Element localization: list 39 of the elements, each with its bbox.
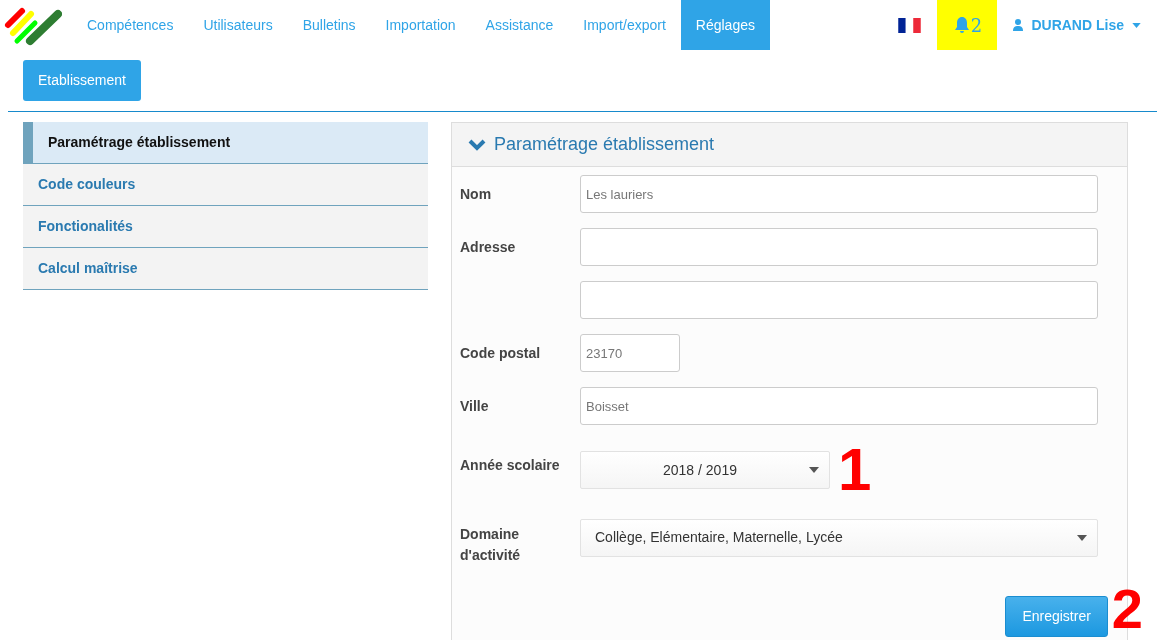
sidebar-item[interactable]: Fonctionalités	[23, 206, 428, 248]
nav-link[interactable]: Réglages	[680, 0, 770, 50]
bell-icon	[952, 16, 971, 34]
notification-count: 2	[970, 13, 983, 38]
annotation-number: 2	[1111, 581, 1143, 637]
field-label: Code postal	[460, 343, 542, 363]
nav-link[interactable]: Utilisateurs	[188, 0, 288, 50]
field-label: Année scolaire	[460, 456, 561, 475]
select-field[interactable]: 2018 / 2019	[580, 451, 830, 489]
notification-button[interactable]: 2	[937, 0, 998, 50]
sidebar-item[interactable]: Code couleurs	[23, 164, 428, 206]
user-menu[interactable]: DURAND Lise	[1013, 14, 1141, 36]
nav-link[interactable]: Assistance	[470, 0, 569, 50]
field-label: Nom	[460, 184, 493, 204]
select-field[interactable]: Collège, Elémentaire, Maternelle, Lycée	[580, 518, 1098, 557]
chevron-icon[interactable]	[468, 138, 486, 151]
input-field[interactable]: Les lauriers	[580, 175, 1098, 213]
sidebar-item[interactable]: Calcul maîtrise	[23, 248, 428, 290]
field-label: Domaine d'activité	[460, 525, 522, 565]
panel-title: Paramétrage établissement	[494, 133, 715, 156]
sidebar-item[interactable]: Paramétrage établissement	[23, 122, 428, 164]
nav-link[interactable]: Compétences	[72, 0, 189, 50]
caret-icon	[1077, 534, 1087, 541]
input-field[interactable]: Boisset	[580, 387, 1098, 425]
nav-link[interactable]: Importation	[370, 0, 471, 50]
caret-icon	[1132, 22, 1141, 28]
user-icon	[1013, 19, 1024, 31]
nav-link[interactable]: Import/export	[568, 0, 681, 50]
flag-icon[interactable]	[897, 17, 923, 33]
tab-button[interactable]: Etablissement	[23, 60, 141, 101]
input-field[interactable]	[580, 228, 1098, 266]
caret-icon	[809, 467, 819, 473]
input-field[interactable]: 23170	[580, 334, 680, 372]
save-button[interactable]: Enregistrer	[1005, 596, 1108, 637]
field-label: Adresse	[460, 237, 517, 257]
input-field[interactable]	[580, 281, 1098, 319]
nav-link[interactable]: Bulletins	[287, 0, 371, 50]
annotation-number: 1	[838, 440, 872, 500]
field-label: Ville	[460, 396, 490, 416]
